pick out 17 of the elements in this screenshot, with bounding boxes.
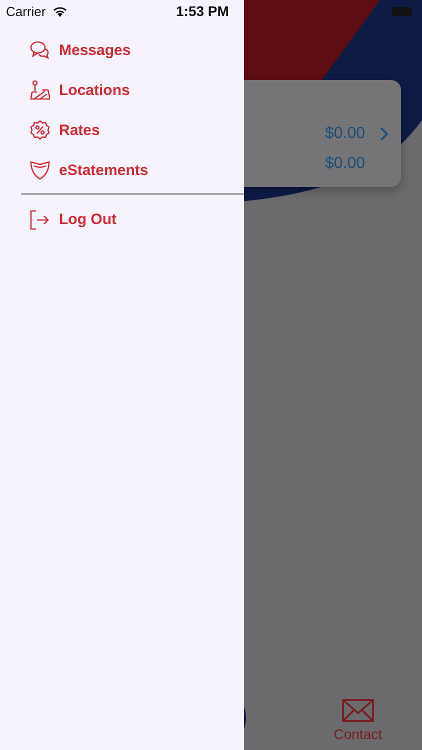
menu-item[interactable]: eStatements: [0, 150, 244, 190]
speech-bubbles-icon: [30, 40, 50, 60]
menu-item[interactable]: Rates: [0, 110, 244, 150]
menu-item[interactable]: Log Out: [0, 200, 244, 240]
clock-time: 1:53 PM: [176, 3, 229, 19]
balance-amount: $0.00: [324, 154, 365, 173]
envelope-icon: [342, 699, 374, 722]
logout-icon: [30, 210, 50, 230]
shield-icon: [30, 160, 50, 180]
menu-item[interactable]: Locations: [0, 70, 244, 110]
map-pin-icon: [30, 80, 50, 100]
chevron-icon: [379, 126, 389, 142]
wifi-icon: [52, 5, 68, 17]
menu-item[interactable]: Messages: [0, 30, 244, 70]
carrier-label: Carrier: [6, 4, 46, 18]
percent-badge-icon: [30, 120, 50, 140]
balance-amount: $0.00: [324, 124, 365, 143]
